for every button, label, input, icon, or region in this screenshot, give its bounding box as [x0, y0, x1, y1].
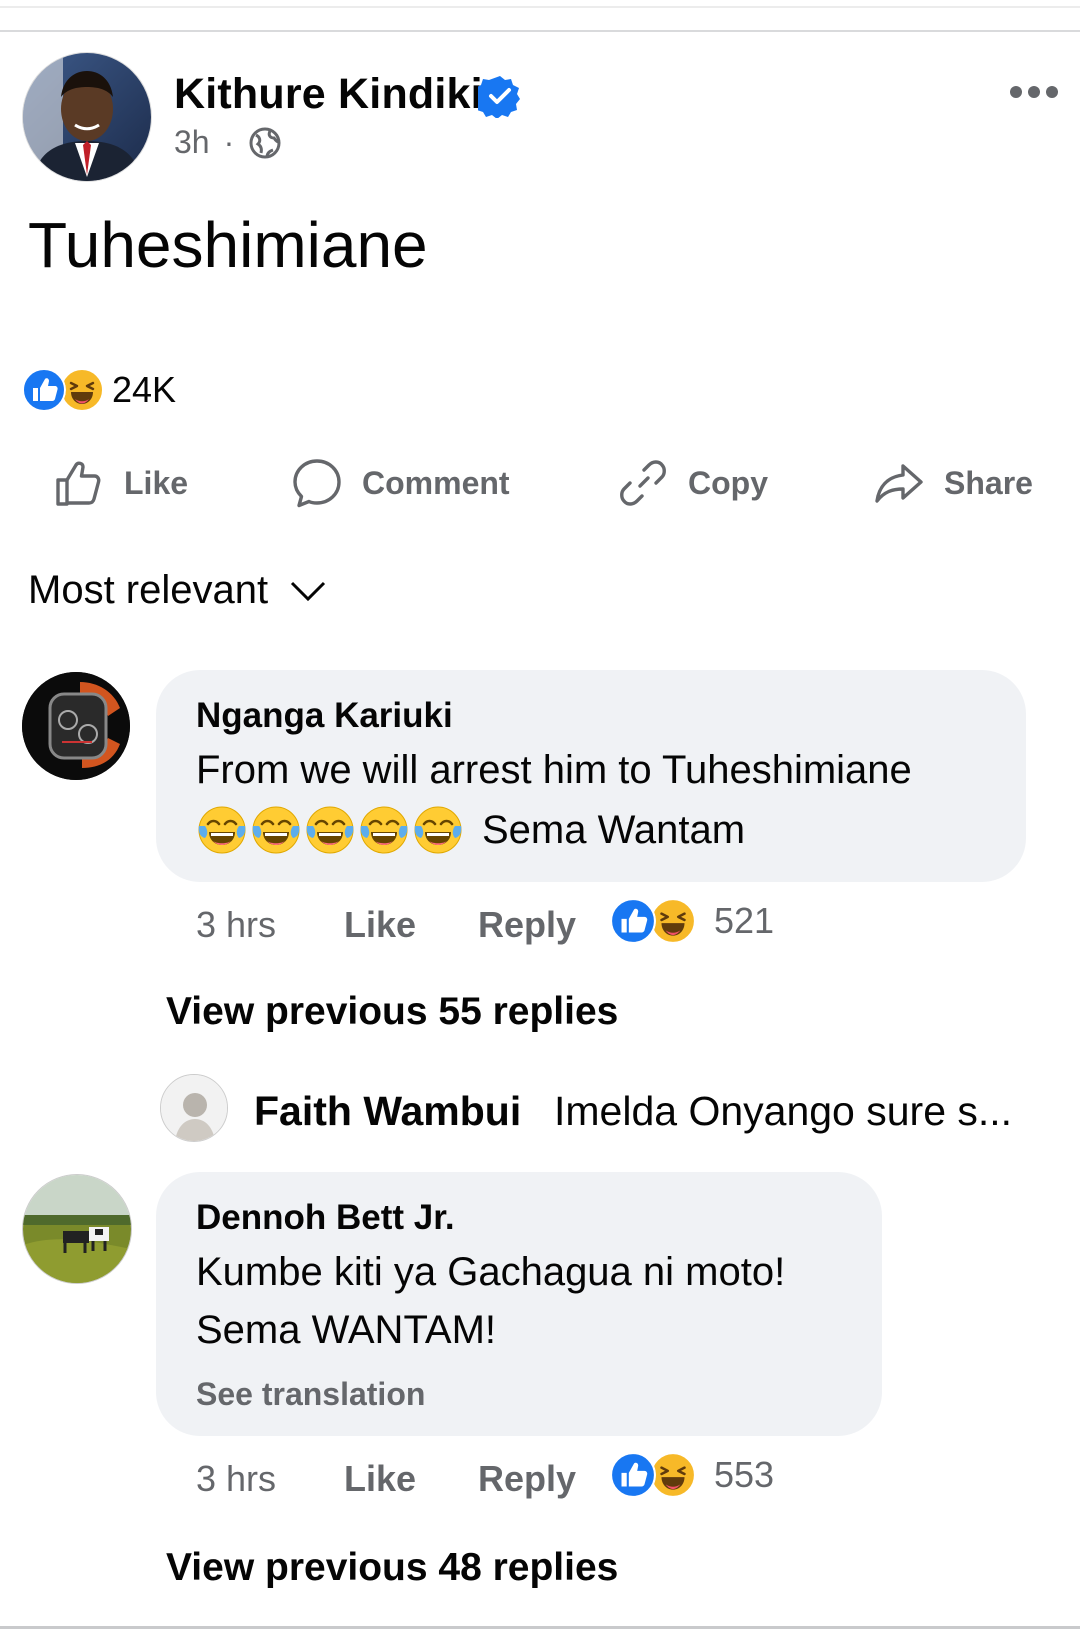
copy-button-label: Copy: [688, 464, 768, 501]
face-with-tears-of-joy-icon: [304, 804, 356, 856]
reply-author-name[interactable]: Faith Wambui: [254, 1088, 521, 1135]
face-with-tears-of-joy-icon: [250, 804, 302, 856]
comment-reactions[interactable]: 553: [610, 1452, 774, 1498]
bottom-divider: [0, 1626, 1080, 1629]
comment-reply-button[interactable]: Reply: [478, 1458, 576, 1500]
comment-time: 3 hrs: [196, 904, 277, 945]
comment-reply-button[interactable]: Reply: [478, 904, 576, 946]
link-icon: [620, 460, 666, 506]
view-previous-replies-link[interactable]: View previous 55 replies: [166, 990, 618, 1034]
comment-reactions[interactable]: 521: [610, 898, 774, 944]
comment-text-line: Sema Wantam: [196, 804, 745, 856]
like-button-label: Like: [124, 464, 189, 501]
post-author-name[interactable]: Kithure Kindiki: [174, 70, 483, 119]
post-reaction-count: 24K: [112, 369, 177, 410]
view-previous-replies-link[interactable]: View previous 48 replies: [166, 1546, 618, 1590]
globe-icon: [249, 127, 281, 158]
comment-reaction-count: 553: [714, 1454, 775, 1495]
comment-sort-dropdown[interactable]: Most relevant: [28, 568, 328, 613]
like-reaction-icon: [610, 898, 656, 944]
top-divider: [0, 30, 1080, 32]
sort-label: Most relevant: [28, 568, 269, 612]
share-button-label: Share: [944, 464, 1033, 501]
comment-text-tail: Sema Wantam: [482, 807, 746, 852]
post-text: Tuheshimiane: [28, 209, 428, 281]
like-button[interactable]: Like: [52, 456, 188, 510]
thumbs-up-icon: [56, 461, 101, 506]
comment-like-button[interactable]: Like: [344, 1458, 416, 1500]
comment-author-name[interactable]: Nganga Kariuki: [196, 696, 453, 736]
comment-like-button[interactable]: Like: [344, 904, 416, 946]
comment-author-avatar[interactable]: [22, 672, 130, 780]
comment-text-line: Kumbe kiti ya Gachagua ni moto!: [196, 1250, 786, 1294]
haha-reaction-icon: [650, 1452, 696, 1498]
face-with-tears-of-joy-icon: [196, 804, 248, 856]
chevron-down-icon: [291, 581, 326, 601]
comment-author-name[interactable]: Dennoh Bett Jr.: [196, 1198, 455, 1238]
comment-reaction-count: 521: [714, 900, 775, 941]
comment-button[interactable]: Comment: [290, 456, 510, 510]
like-reaction-icon: [610, 1452, 656, 1498]
comment-button-label: Comment: [362, 464, 510, 501]
haha-reaction-icon: [650, 898, 696, 944]
comment-author-avatar[interactable]: [22, 1174, 132, 1284]
post-reactions-summary[interactable]: 24K: [22, 368, 176, 412]
share-arrow-icon: [875, 464, 923, 503]
comment-time: 3 hrs: [196, 1458, 277, 1499]
haha-reaction-icon: [60, 368, 104, 412]
post-time[interactable]: 3h: [174, 124, 210, 161]
comment-text-line: From we will arrest him to Tuheshimiane: [196, 748, 912, 792]
like-reaction-icon: [22, 368, 66, 412]
see-translation-link[interactable]: See translation: [196, 1376, 425, 1413]
verified-badge-icon: [478, 76, 520, 118]
post-meta: 3h ·: [174, 124, 282, 161]
share-button[interactable]: Share: [872, 456, 1033, 510]
more-options-icon[interactable]: [1010, 80, 1064, 104]
face-with-tears-of-joy-icon: [358, 804, 410, 856]
comment-bubble-icon: [293, 459, 341, 508]
meta-separator: ·: [223, 124, 235, 160]
comment-text-line: Sema WANTAM!: [196, 1308, 497, 1352]
post-author-avatar[interactable]: [22, 52, 152, 182]
reply-preview-text[interactable]: Imelda Onyango sure s...: [554, 1088, 1012, 1135]
face-with-tears-of-joy-icon: [412, 804, 464, 856]
top-divider-light: [0, 6, 1080, 8]
copy-link-button[interactable]: Copy: [616, 456, 768, 510]
reply-author-avatar[interactable]: [160, 1074, 228, 1142]
